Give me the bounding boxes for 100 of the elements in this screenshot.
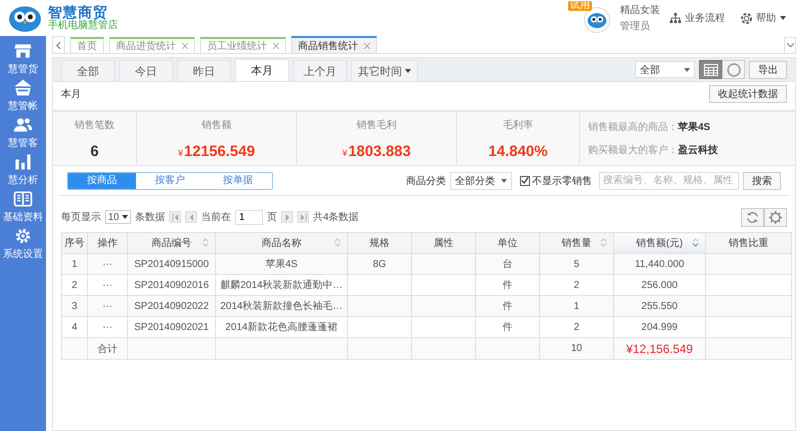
hierarchy-icon (670, 12, 681, 24)
period-tab[interactable]: 昨日 (177, 60, 231, 81)
caret-icon (780, 16, 786, 20)
pager-text: 共4条数据 (313, 210, 359, 224)
close-icon (364, 42, 370, 48)
page-size-select[interactable]: 10 (105, 210, 132, 224)
stat-label: 销售笔数 (74, 119, 114, 132)
settings-button[interactable] (764, 208, 787, 226)
table-cell: 2 (72, 280, 78, 290)
scope-select[interactable]: 全部 (635, 61, 695, 78)
settings-icon (769, 210, 782, 224)
row-actions-menu[interactable]: ··· (102, 280, 112, 290)
table-cell: 4 (72, 322, 78, 332)
sidebar-item[interactable]: 系统设置 (0, 225, 46, 262)
row-actions-menu[interactable]: ··· (102, 258, 112, 270)
page-tab[interactable]: 员工业绩统计 (200, 37, 286, 53)
sidebar-item[interactable]: 慧管货 (0, 40, 46, 77)
sidebar-item[interactable]: 慧管客 (0, 114, 46, 151)
category-label: 商品分类 (406, 174, 446, 188)
row-actions-menu[interactable]: ··· (102, 322, 112, 332)
checkbox[interactable] (520, 176, 530, 186)
bar-chart-icon (13, 152, 33, 172)
scroll-left-button[interactable] (52, 36, 65, 53)
sidebar-item[interactable]: 慧分析 (0, 151, 46, 188)
stat-value: 14.840% (488, 143, 548, 160)
table-cell: 2 (574, 280, 580, 290)
basket-icon (13, 78, 33, 98)
search-field[interactable]: 搜索编号、名称、规格、属性 (599, 172, 739, 190)
next-icon (284, 214, 291, 220)
table-cell: 件 (502, 322, 512, 333)
category-select[interactable]: 全部分类 (450, 172, 512, 190)
help-link[interactable]: 帮助 (741, 11, 786, 25)
page-tab[interactable]: 首页 (70, 37, 104, 53)
circle-view-button[interactable] (722, 60, 745, 79)
previous-page-button[interactable] (185, 211, 198, 223)
column-header[interactable]: 商品编号 (128, 232, 216, 254)
circle-icon (726, 62, 740, 76)
next-page-button[interactable] (281, 211, 294, 223)
export-button[interactable]: 导出 (749, 60, 787, 78)
pager-text: 页 (267, 211, 278, 224)
collapse-stats-button[interactable]: 收起统计数据 (709, 85, 787, 103)
book-icon (13, 189, 33, 209)
sidebar-item[interactable]: 慧管帐 (0, 77, 46, 114)
period-tab[interactable]: 本月 (235, 59, 289, 81)
column-header: 规格 (348, 232, 412, 254)
period-tab[interactable]: 上个月 (293, 60, 347, 81)
column-header[interactable]: 销售量 (540, 232, 614, 254)
shop-name: 精品女装 (620, 4, 660, 17)
highlight-text: 购买额最大的客户：盈云科技 (588, 144, 719, 157)
refresh-icon (746, 210, 759, 224)
table-cell: 苹果4S (265, 259, 298, 270)
table-cell: 5 (574, 258, 580, 270)
calendar-icon (704, 64, 718, 76)
stat-value: ¥12156.549 (178, 143, 255, 160)
group-tab[interactable]: 按单据 (204, 172, 272, 188)
calendar-view-button[interactable] (699, 60, 722, 79)
total-value: ¥12,156.549 (626, 342, 693, 356)
table-cell: 麒麟2014秋装新款通勤中… (220, 280, 343, 291)
workflow-link[interactable]: 业务流程 (670, 11, 725, 25)
table-cell: 256.000 (641, 280, 678, 290)
table-cell: 2014新款花色高腰蓬蓬裙 (225, 322, 338, 333)
period-tab[interactable]: 其它时间 (351, 60, 418, 81)
refresh-button[interactable] (741, 208, 764, 226)
table-cell: 255.550 (641, 300, 678, 312)
page-number-field[interactable]: 1 (235, 210, 264, 224)
pager-text: 当前在 (201, 210, 232, 224)
checkbox-label: 不显示零销售 (532, 174, 592, 188)
stat-label: 毛利率 (503, 118, 533, 132)
row-actions-menu[interactable]: ··· (102, 300, 112, 312)
previous-icon (188, 214, 195, 220)
table-cell: SP20140902022 (134, 300, 209, 312)
page-tab[interactable]: 商品销售统计 (291, 36, 377, 53)
column-header[interactable]: 销售额(元) (614, 232, 706, 254)
first-page-button[interactable] (169, 211, 182, 223)
table-cell: 件 (502, 280, 512, 291)
lifebuoy-icon (741, 12, 752, 24)
column-header: 单位 (476, 232, 540, 254)
stat-value: ¥1803.883 (342, 143, 411, 160)
user-role: 管理员 (620, 20, 651, 33)
table-cell: 1 (574, 300, 580, 312)
table-cell: 2 (574, 322, 580, 332)
group-tab[interactable]: 按客户 (136, 172, 204, 188)
sort-icon (202, 238, 209, 247)
chevron-left-icon (56, 42, 61, 48)
table-cell: 3 (72, 300, 78, 312)
table-cell: 11,440.000 (634, 258, 684, 270)
page-tab[interactable]: 商品进货统计 (109, 37, 195, 53)
period-tab[interactable]: 全部 (61, 60, 115, 81)
sort-icon (600, 238, 607, 247)
table-cell: 台 (502, 259, 512, 270)
sidebar-item[interactable]: 基础资料 (0, 188, 46, 225)
search-button[interactable]: 搜索 (743, 172, 781, 190)
sort-descending-icon (692, 238, 699, 247)
column-header: 销售比重 (706, 232, 792, 254)
tab-menu-button[interactable] (784, 37, 796, 53)
last-page-button[interactable] (297, 211, 310, 223)
caret-icon (122, 215, 128, 219)
stat-label: 销售毛利 (356, 118, 396, 132)
column-header[interactable]: 商品名称 (216, 232, 348, 254)
period-tab[interactable]: 今日 (119, 60, 173, 81)
